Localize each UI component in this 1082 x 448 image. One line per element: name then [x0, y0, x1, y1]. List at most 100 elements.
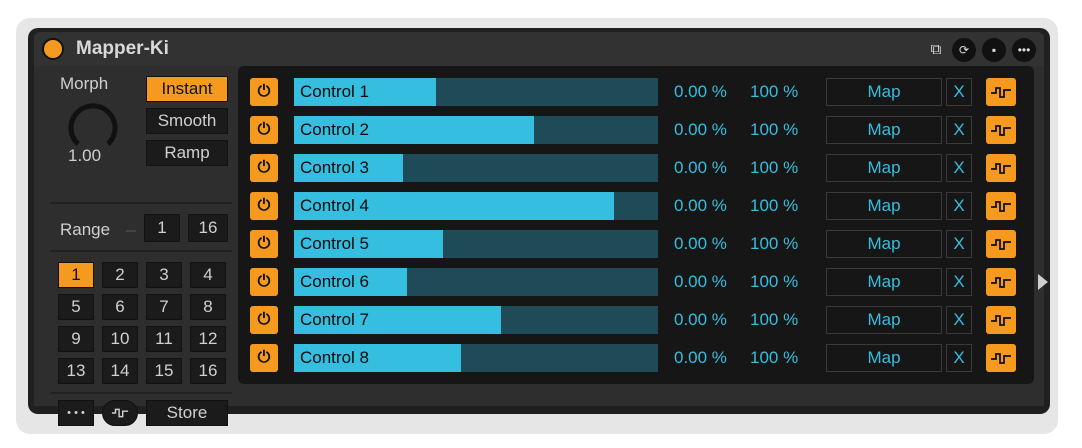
clipboard-icon[interactable]: ⧉: [924, 38, 948, 62]
slot-button[interactable]: 1: [58, 262, 94, 288]
control-row: ⏻ Control 6 0.00 % 100 % Map X: [250, 268, 1026, 296]
slot-button[interactable]: 6: [102, 294, 138, 320]
map-button[interactable]: Map: [826, 306, 942, 334]
randomize-control-icon[interactable]: [986, 306, 1016, 334]
control-slider[interactable]: Control 7: [294, 306, 658, 334]
unmap-button[interactable]: X: [946, 116, 972, 144]
control-name: Control 6: [300, 272, 369, 291]
control-row: ⏻ Control 4 0.00 % 100 % Map X: [250, 192, 1026, 220]
control-power-icon[interactable]: ⏻: [250, 78, 278, 106]
slot-button[interactable]: 2: [102, 262, 138, 288]
randomize-control-icon[interactable]: [986, 154, 1016, 182]
control-max-value[interactable]: 100 %: [750, 158, 798, 178]
unmap-button[interactable]: X: [946, 306, 972, 334]
control-max-value[interactable]: 100 %: [750, 272, 798, 292]
randomize-control-icon[interactable]: [986, 268, 1016, 296]
morph-knob[interactable]: [68, 102, 118, 152]
slot-button[interactable]: 9: [58, 326, 94, 352]
slot-button[interactable]: 15: [146, 358, 182, 384]
randomize-control-icon[interactable]: [986, 116, 1016, 144]
control-row: ⏻ Control 2 0.00 % 100 % Map X: [250, 116, 1026, 144]
control-max-value[interactable]: 100 %: [750, 82, 798, 102]
slot-button[interactable]: 4: [190, 262, 226, 288]
map-button[interactable]: Map: [826, 154, 942, 182]
control-power-icon[interactable]: ⏻: [250, 306, 278, 334]
unmap-button[interactable]: X: [946, 268, 972, 296]
control-max-value[interactable]: 100 %: [750, 310, 798, 330]
control-min-value[interactable]: 0.00 %: [674, 310, 727, 330]
unmap-button[interactable]: X: [946, 344, 972, 372]
control-row: ⏻ Control 8 0.00 % 100 % Map X: [250, 344, 1026, 372]
slot-button[interactable]: 5: [58, 294, 94, 320]
control-power-icon[interactable]: ⏻: [250, 154, 278, 182]
smooth-button[interactable]: Smooth: [146, 108, 228, 134]
randomize-control-icon[interactable]: [986, 78, 1016, 106]
control-power-icon[interactable]: ⏻: [250, 268, 278, 296]
control-power-icon[interactable]: ⏻: [250, 230, 278, 258]
instant-button[interactable]: Instant: [146, 76, 228, 102]
control-min-value[interactable]: 0.00 %: [674, 82, 727, 102]
slot-button[interactable]: 7: [146, 294, 182, 320]
randomize-icon[interactable]: [102, 400, 138, 426]
control-slider[interactable]: Control 2: [294, 116, 658, 144]
control-min-value[interactable]: 0.00 %: [674, 120, 727, 140]
control-min-value[interactable]: 0.00 %: [674, 196, 727, 216]
range-max-field[interactable]: 16: [188, 214, 228, 242]
control-power-icon[interactable]: ⏻: [250, 344, 278, 372]
range-min-field[interactable]: 1: [144, 214, 180, 242]
ramp-button[interactable]: Ramp: [146, 140, 228, 166]
slot-button[interactable]: 13: [58, 358, 94, 384]
save-icon[interactable]: ▪: [982, 38, 1006, 62]
slot-button[interactable]: 16: [190, 358, 226, 384]
map-button[interactable]: Map: [826, 268, 942, 296]
control-max-value[interactable]: 100 %: [750, 348, 798, 368]
unmap-button[interactable]: X: [946, 78, 972, 106]
control-slider[interactable]: Control 1: [294, 78, 658, 106]
slot-button[interactable]: 14: [102, 358, 138, 384]
map-button[interactable]: Map: [826, 230, 942, 258]
control-max-value[interactable]: 100 %: [750, 120, 798, 140]
control-min-value[interactable]: 0.00 %: [674, 158, 727, 178]
control-min-value[interactable]: 0.00 %: [674, 272, 727, 292]
control-min-value[interactable]: 0.00 %: [674, 234, 727, 254]
slot-button[interactable]: 3: [146, 262, 182, 288]
unmap-button[interactable]: X: [946, 154, 972, 182]
control-name: Control 1: [300, 82, 369, 101]
randomize-control-icon[interactable]: [986, 230, 1016, 258]
control-name: Control 2: [300, 120, 369, 139]
control-slider[interactable]: Control 6: [294, 268, 658, 296]
divider: [50, 250, 232, 252]
map-button[interactable]: Map: [826, 344, 942, 372]
device-body: Morph 1.00 Instant Smooth Ramp Range 1 1…: [34, 66, 1048, 426]
slot-button[interactable]: 11: [146, 326, 182, 352]
control-slider[interactable]: Control 5: [294, 230, 658, 258]
control-row: ⏻ Control 3 0.00 % 100 % Map X: [250, 154, 1026, 182]
randomize-control-icon[interactable]: [986, 192, 1016, 220]
unmap-button[interactable]: X: [946, 230, 972, 258]
control-max-value[interactable]: 100 %: [750, 196, 798, 216]
device-power-button[interactable]: [42, 38, 64, 60]
unmap-button[interactable]: X: [946, 192, 972, 220]
control-min-value[interactable]: 0.00 %: [674, 348, 727, 368]
control-slider[interactable]: Control 8: [294, 344, 658, 372]
slot-button[interactable]: 10: [102, 326, 138, 352]
map-button[interactable]: Map: [826, 192, 942, 220]
control-slider[interactable]: Control 4: [294, 192, 658, 220]
control-row: ⏻ Control 1 0.00 % 100 % Map X: [250, 78, 1026, 106]
slot-button[interactable]: 12: [190, 326, 226, 352]
expand-arrow-icon[interactable]: [1038, 274, 1048, 290]
slot-button[interactable]: 8: [190, 294, 226, 320]
control-slider[interactable]: Control 3: [294, 154, 658, 182]
map-button[interactable]: Map: [826, 78, 942, 106]
control-power-icon[interactable]: ⏻: [250, 116, 278, 144]
divider: [50, 392, 232, 394]
store-button[interactable]: Store: [146, 400, 228, 426]
range-label: Range: [60, 220, 111, 239]
map-button[interactable]: Map: [826, 116, 942, 144]
randomize-control-icon[interactable]: [986, 344, 1016, 372]
refresh-icon[interactable]: ⟳: [952, 38, 976, 62]
control-max-value[interactable]: 100 %: [750, 234, 798, 254]
more-button[interactable]: • • •: [58, 400, 94, 426]
control-power-icon[interactable]: ⏻: [250, 192, 278, 220]
more-options-icon[interactable]: •••: [1012, 38, 1036, 62]
